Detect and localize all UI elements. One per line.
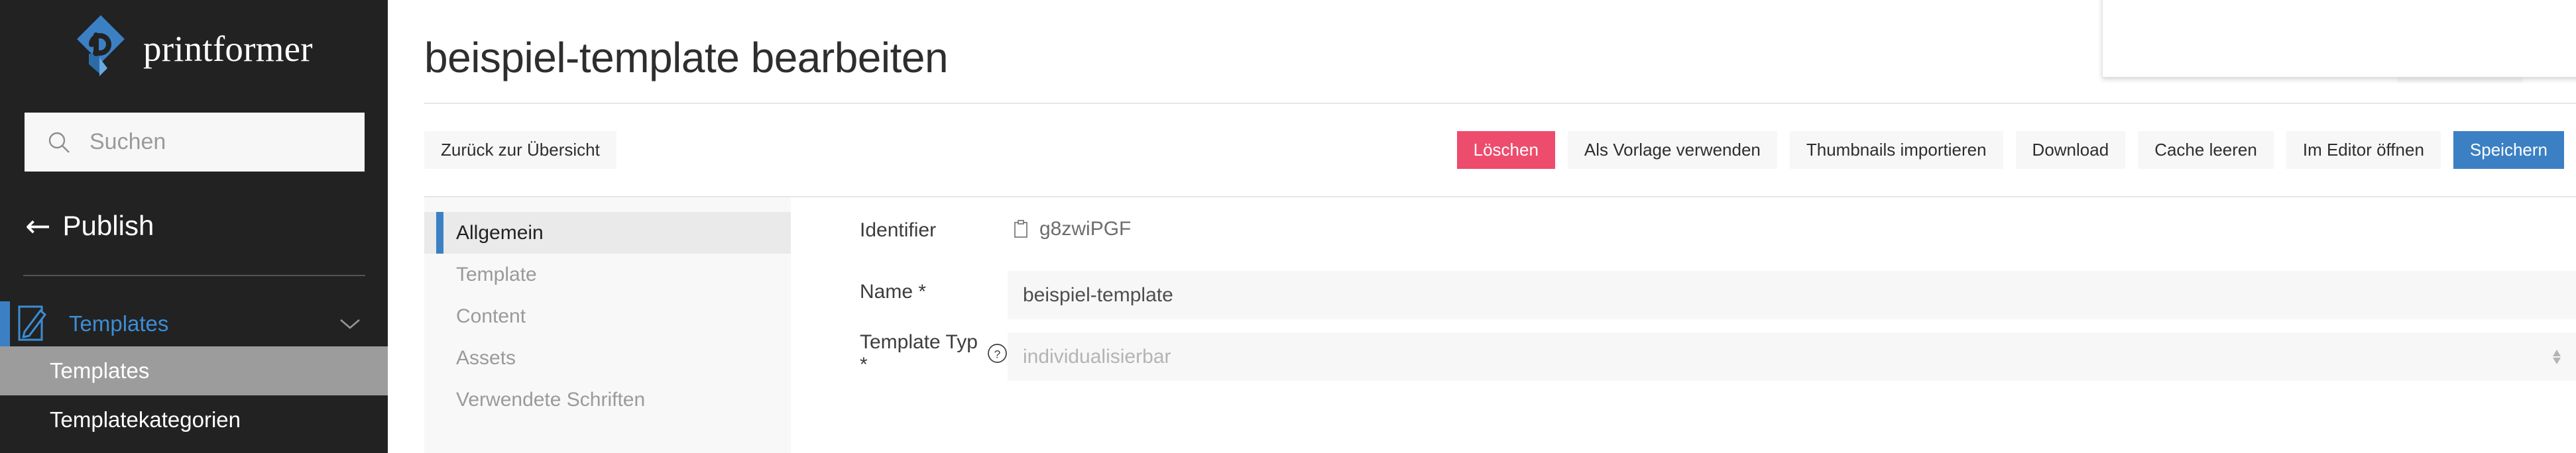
arrow-left-icon: ← — [25, 208, 51, 244]
tab-template[interactable]: Template — [424, 254, 791, 295]
name-value-wrap: beispiel-template — [1008, 271, 2576, 319]
tab-content[interactable]: Content — [424, 295, 791, 337]
search-box[interactable] — [25, 113, 365, 172]
overlay-popup-panel[interactable] — [2102, 0, 2576, 77]
page-title: beispiel-template bearbeiten — [424, 33, 949, 81]
identifier-value-wrap: g8zwiPGF — [1008, 209, 2576, 249]
open-in-editor-button[interactable]: Im Editor öffnen — [2286, 131, 2441, 169]
back-to-overview-button[interactable]: Zurück zur Übersicht — [424, 131, 616, 169]
identifier-label: Identifier — [860, 219, 937, 241]
download-button[interactable]: Download — [2015, 131, 2126, 169]
identifier-value-row[interactable]: g8zwiPGF — [1008, 209, 2576, 249]
name-input[interactable]: beispiel-template — [1008, 271, 2576, 319]
template-type-label: Template Typ * ? — [860, 331, 1008, 376]
sidebar-group-label: Templates — [69, 311, 169, 336]
name-label: Name * — [860, 280, 927, 303]
sidebar-group-templates[interactable]: Templates — [0, 301, 388, 346]
chevron-down-icon[interactable] — [339, 317, 361, 330]
name-input-value: beispiel-template — [1023, 283, 1173, 306]
template-type-label-text: Template Typ * — [860, 330, 978, 376]
search-icon — [47, 130, 71, 154]
clear-cache-button[interactable]: Cache leeren — [2138, 131, 2274, 169]
save-button[interactable]: Speichern — [2453, 131, 2564, 169]
sidebar-item-templatekategorien[interactable]: Templatekategorien — [0, 395, 388, 444]
back-to-publish-label: Publish — [62, 210, 154, 241]
tab-verwendete-schriften[interactable]: Verwendete Schriften — [424, 379, 791, 421]
form-panel: Identifier g8zwiPGF Name * beispiel-temp… — [791, 197, 2576, 453]
import-thumbnails-button[interactable]: Thumbnails importieren — [1789, 131, 2003, 169]
action-toolbar: Zurück zur Übersicht Löschen Als Vorlage… — [388, 104, 2576, 196]
printformer-logo-icon — [74, 13, 131, 81]
select-arrows-icon — [2551, 345, 2563, 369]
form-row-name: Name * beispiel-template — [860, 271, 2576, 332]
template-type-select[interactable]: individualisierbar — [1008, 332, 2576, 381]
sidebar: printformer ← Publish — [0, 0, 388, 453]
back-to-publish[interactable]: ← Publish — [25, 206, 388, 246]
active-indicator — [0, 301, 10, 346]
template-type-value-wrap: individualisierbar — [1008, 332, 2576, 381]
form-row-template-type: Template Typ * ? individualisierbar — [860, 331, 2576, 394]
delete-button[interactable]: Löschen — [1456, 131, 1555, 169]
search-input[interactable] — [89, 129, 335, 155]
sidebar-item-seitentemplates[interactable]: Seitentemplates — [0, 444, 388, 453]
app-root: printformer ← Publish — [0, 0, 2576, 453]
tab-allgemein[interactable]: Allgemein — [424, 212, 791, 254]
template-type-select-value: individualisierbar — [1023, 345, 1171, 368]
brand[interactable]: printformer — [0, 0, 388, 78]
body-area: Allgemein Template Content Assets Verwen… — [388, 197, 2576, 453]
svg-text:?: ? — [994, 348, 1000, 361]
clipboard-copy-icon[interactable] — [1014, 220, 1028, 238]
identifier-value: g8zwiPGF — [1039, 218, 1132, 240]
edit-document-icon — [18, 305, 47, 342]
tab-assets[interactable]: Assets — [424, 337, 791, 379]
toolbar-actions: Löschen Als Vorlage verwenden Thumbnails… — [1456, 131, 2576, 169]
help-circle-icon[interactable]: ? — [987, 343, 1008, 364]
sidebar-item-templates[interactable]: Templates — [0, 346, 388, 395]
form-row-identifier: Identifier g8zwiPGF — [860, 209, 2576, 271]
use-as-template-button[interactable]: Als Vorlage verwenden — [1567, 131, 1777, 169]
sidebar-divider — [23, 275, 365, 276]
brand-name: printformer — [143, 28, 313, 69]
settings-tabs: Allgemein Template Content Assets Verwen… — [424, 197, 791, 453]
